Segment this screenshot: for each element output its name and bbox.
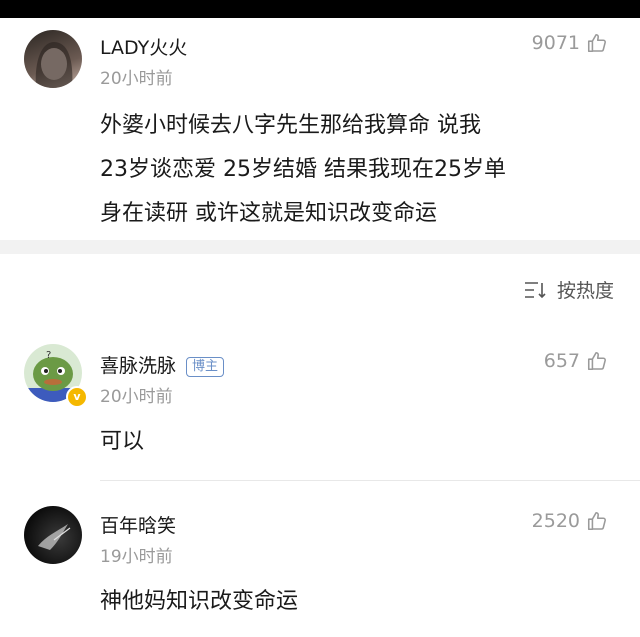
comment-text: 可以 <box>100 429 145 454</box>
comment-text-line: 外婆小时候去八字先生那给我算命 说我 <box>100 113 481 138</box>
like-count: 2520 <box>531 510 580 532</box>
like-button[interactable]: 9071 <box>532 32 608 54</box>
username-text: 喜脉洗脉 <box>100 355 177 377</box>
verified-badge-icon: v <box>66 386 88 408</box>
sort-label: 按热度 <box>556 280 614 302</box>
thumbs-up-icon <box>587 351 606 371</box>
username[interactable]: 喜脉洗脉 博主 <box>100 351 225 378</box>
sort-icon <box>524 281 546 298</box>
top-bar <box>0 0 640 18</box>
section-divider <box>0 240 640 254</box>
thumbs-up-icon <box>587 33 606 53</box>
svg-text:?: ? <box>46 350 51 361</box>
timestamp: 20小时前 <box>100 69 173 89</box>
divider <box>100 480 640 481</box>
avatar[interactable] <box>24 30 82 88</box>
timestamp: 19小时前 <box>100 547 173 567</box>
avatar-image <box>35 42 73 88</box>
like-button[interactable]: 657 <box>544 350 608 372</box>
username[interactable]: LADY火火 <box>100 33 187 60</box>
sort-by-hotness-button[interactable]: 按热度 <box>523 276 614 303</box>
avatar-image <box>38 524 71 550</box>
comment-text-line: 身在读研 或许这就是知识改变命运 <box>100 201 437 226</box>
like-button[interactable]: 2520 <box>532 510 608 532</box>
like-count: 9071 <box>531 32 580 54</box>
comment-text: 外婆小时候去八字先生那给我算命 说我 23岁谈恋爱 25岁结婚 结果我现在25岁… <box>100 104 506 236</box>
username[interactable]: 百年晗笑 <box>100 511 176 538</box>
comment-text-line: 23岁谈恋爱 25岁结婚 结果我现在25岁单 <box>100 157 506 182</box>
timestamp: 20小时前 <box>100 387 173 407</box>
thumbs-up-icon <box>587 511 606 531</box>
comment-text: 神他妈知识改变命运 <box>100 589 299 614</box>
author-badge: 博主 <box>186 356 225 377</box>
avatar[interactable] <box>24 506 82 564</box>
like-count: 657 <box>543 350 580 372</box>
